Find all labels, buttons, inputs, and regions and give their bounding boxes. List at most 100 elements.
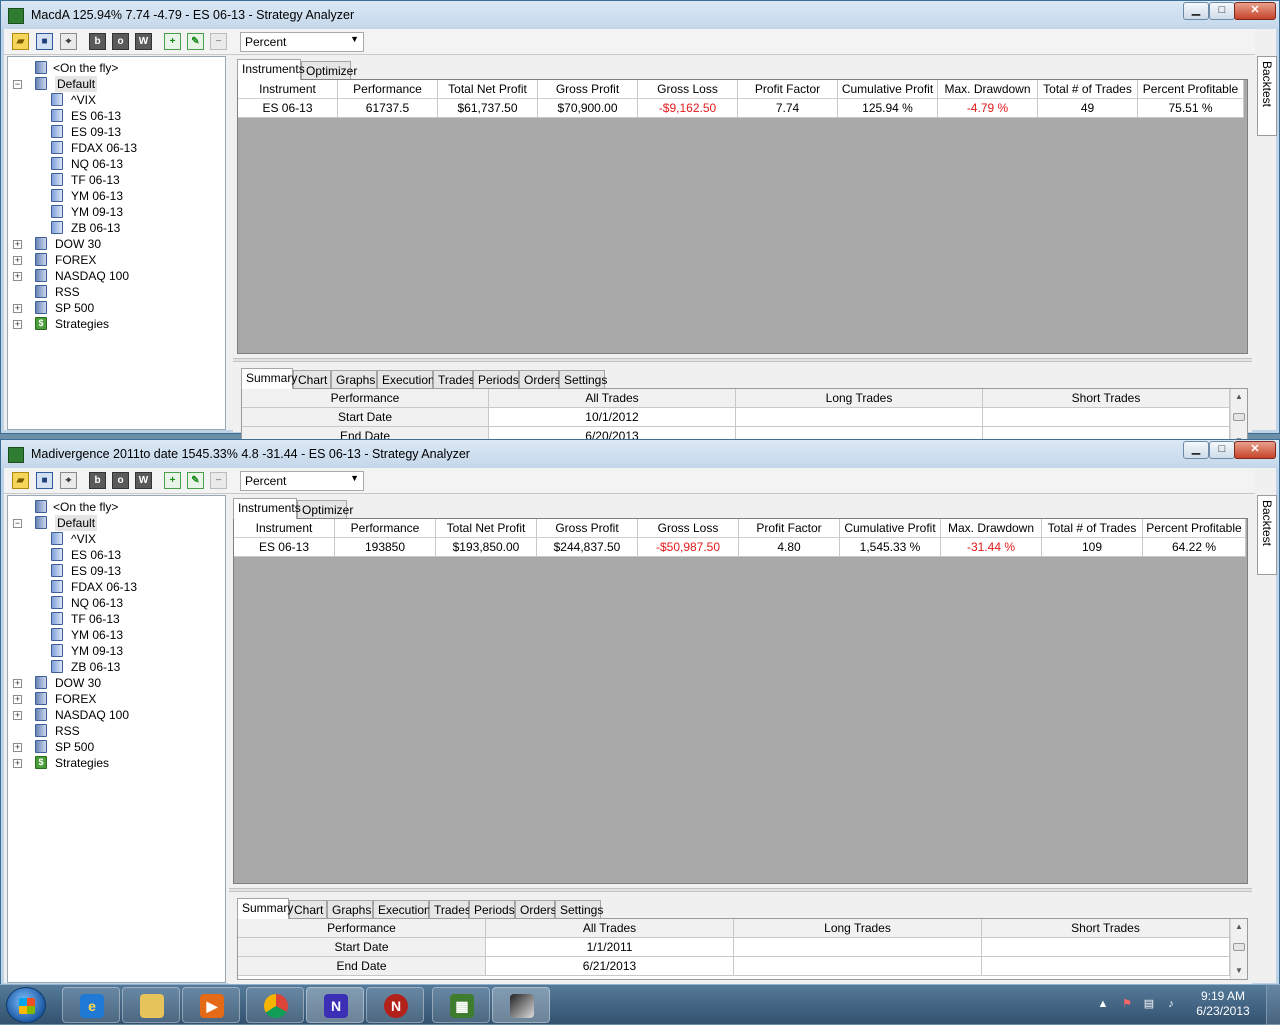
tree-item-vix[interactable]: ^VIX [13, 531, 213, 547]
title-bar[interactable]: MacdA 125.94% 7.74 -4.79 - ES 06-13 - St… [1, 1, 1279, 29]
column-header-max-drawdown[interactable]: Max. Drawdown [941, 519, 1042, 538]
display-unit-dropdown[interactable]: Percent ▼ [240, 32, 364, 52]
ninjatrader-icon[interactable]: N [306, 987, 364, 1023]
tree-item-sp-500[interactable]: + SP 500 [13, 739, 213, 755]
cell-gross-loss[interactable]: -$9,162.50 [638, 99, 738, 118]
expand-icon[interactable]: + [13, 320, 22, 329]
file-explorer-icon[interactable] [122, 987, 180, 1023]
w-button[interactable]: W [135, 472, 152, 489]
cell-instrument[interactable]: ES 06-13 [238, 99, 338, 118]
tab-summary[interactable]: Summary [237, 898, 293, 919]
save-icon[interactable]: ■ [36, 472, 53, 489]
column-header-instrument[interactable]: Instrument [238, 80, 338, 99]
tree-item-on-the-fly[interactable]: <On the fly> [13, 60, 213, 76]
b-button[interactable]: b [89, 472, 106, 489]
tray-expand-icon[interactable]: ▲ [1096, 997, 1110, 1011]
cell-max-drawdown[interactable]: -31.44 % [941, 538, 1042, 557]
tab-periods[interactable]: Periods [469, 900, 515, 918]
tab-graphs[interactable]: Graphs [331, 370, 377, 388]
tree-item-tf-06-13[interactable]: TF 06-13 [13, 611, 213, 627]
tree-item-default[interactable]: − Default [13, 515, 213, 531]
tab-chart[interactable]: Chart [289, 900, 327, 918]
add-icon[interactable]: + [164, 33, 181, 50]
cell-cumulative-profit[interactable]: 1,545.33 % [840, 538, 941, 557]
tree-item-ym-06-13[interactable]: YM 06-13 [13, 188, 213, 204]
panel-splitter[interactable] [229, 888, 1252, 892]
display-unit-dropdown[interactable]: Percent ▼ [240, 471, 364, 491]
o-button[interactable]: o [112, 472, 129, 489]
tab-executions[interactable]: Executions [373, 900, 437, 918]
column-header-profit-factor[interactable]: Profit Factor [738, 80, 838, 99]
maximize-button[interactable]: □ [1209, 2, 1235, 20]
column-header-total-net-profit[interactable]: Total Net Profit [438, 80, 538, 99]
column-header-total-of-trades[interactable]: Total # of Trades [1042, 519, 1143, 538]
remove-icon[interactable]: − [210, 33, 227, 50]
edit-icon[interactable]: ✎ [187, 472, 204, 489]
column-header-percent-profitable[interactable]: Percent Profitable [1143, 519, 1246, 538]
column-header-percent-profitable[interactable]: Percent Profitable [1138, 80, 1244, 99]
tab-orders[interactable]: Orders [515, 900, 557, 918]
column-header-gross-profit[interactable]: Gross Profit [538, 80, 638, 99]
table-row[interactable]: ES 06-13 193850 $193,850.00 $244,837.50 -$50… [234, 538, 1246, 557]
clock[interactable]: 9:19 AM 6/23/2013 [1188, 989, 1258, 1019]
edit-icon[interactable]: ✎ [187, 33, 204, 50]
summary-scrollbar[interactable]: ▲▼ [1230, 919, 1247, 979]
scroll-up-icon[interactable]: ▲ [1231, 919, 1247, 935]
cell-percent-profitable[interactable]: 75.51 % [1138, 99, 1244, 118]
scroll-thumb[interactable] [1233, 943, 1245, 951]
tree-item-default[interactable]: − Default [13, 76, 213, 92]
network-icon[interactable]: ▤ [1142, 997, 1156, 1011]
close-button[interactable]: ✕ [1234, 2, 1276, 20]
scroll-thumb[interactable] [1233, 413, 1245, 421]
tab-settings[interactable]: Settings [555, 900, 603, 918]
tree-item-tf-06-13[interactable]: TF 06-13 [13, 172, 213, 188]
cell-total-of-trades[interactable]: 109 [1042, 538, 1143, 557]
tab-instruments[interactable]: Instruments [237, 59, 305, 80]
column-header-total-of-trades[interactable]: Total # of Trades [1038, 80, 1138, 99]
spreadsheet-icon[interactable]: ▦ [432, 987, 490, 1023]
tab-instruments[interactable]: Instruments [233, 498, 301, 519]
cell-profit-factor[interactable]: 4.80 [739, 538, 840, 557]
o-button[interactable]: o [112, 33, 129, 50]
tab-trades[interactable]: Trades [433, 370, 475, 388]
chrome-icon[interactable] [246, 987, 304, 1023]
tab-executions[interactable]: Executions [377, 370, 441, 388]
tree-item-es-06-13[interactable]: ES 06-13 [13, 547, 213, 563]
tree-item-es-06-13[interactable]: ES 06-13 [13, 108, 213, 124]
tree-item-ym-09-13[interactable]: YM 09-13 [13, 204, 213, 220]
tab-orders[interactable]: Orders [519, 370, 561, 388]
cell-gross-loss[interactable]: -$50,987.50 [638, 538, 739, 557]
expand-icon[interactable]: + [13, 240, 22, 249]
maximize-button[interactable]: □ [1209, 441, 1235, 459]
strategy-analyzer-window-macda[interactable]: MacdA 125.94% 7.74 -4.79 - ES 06-13 - St… [0, 0, 1280, 450]
column-header-performance[interactable]: Performance [338, 80, 438, 99]
tab-periods[interactable]: Periods [473, 370, 519, 388]
open-folder-icon[interactable]: ▰ [12, 33, 29, 50]
tree-item-nasdaq-100[interactable]: + NASDAQ 100 [13, 268, 213, 284]
collapse-icon[interactable]: − [13, 80, 22, 89]
cell-total-net-profit[interactable]: $193,850.00 [436, 538, 537, 557]
expand-icon[interactable]: + [13, 304, 22, 313]
tree-item-dow-30[interactable]: + DOW 30 [13, 675, 213, 691]
tab-trades[interactable]: Trades [429, 900, 471, 918]
tree-item-strategies[interactable]: + $ Strategies [13, 755, 213, 771]
cell-performance[interactable]: 61737.5 [338, 99, 438, 118]
internet-explorer-icon[interactable]: e [62, 987, 120, 1023]
column-header-gross-loss[interactable]: Gross Loss [638, 519, 739, 538]
column-header-total-net-profit[interactable]: Total Net Profit [436, 519, 537, 538]
remove-icon[interactable]: − [210, 472, 227, 489]
column-header-profit-factor[interactable]: Profit Factor [739, 519, 840, 538]
tree-item-forex[interactable]: + FOREX [13, 691, 213, 707]
volume-icon[interactable]: ♪ [1164, 997, 1178, 1011]
tab-optimizer[interactable]: Optimizer [297, 500, 353, 518]
minimize-button[interactable]: ▁ [1183, 2, 1209, 20]
expand-icon[interactable]: + [13, 759, 22, 768]
b-button[interactable]: b [89, 33, 106, 50]
tree-item-rss[interactable]: RSS [13, 284, 213, 300]
tree-item-sp-500[interactable]: + SP 500 [13, 300, 213, 316]
column-header-gross-loss[interactable]: Gross Loss [638, 80, 738, 99]
tab-optimizer[interactable]: Optimizer [301, 61, 357, 79]
cell-total-net-profit[interactable]: $61,737.50 [438, 99, 538, 118]
strategy-analyzer-window-madivergence[interactable]: Madivergence 2011to date 1545.33% 4.8 -3… [0, 439, 1280, 987]
tree-item-on-the-fly[interactable]: <On the fly> [13, 499, 213, 515]
